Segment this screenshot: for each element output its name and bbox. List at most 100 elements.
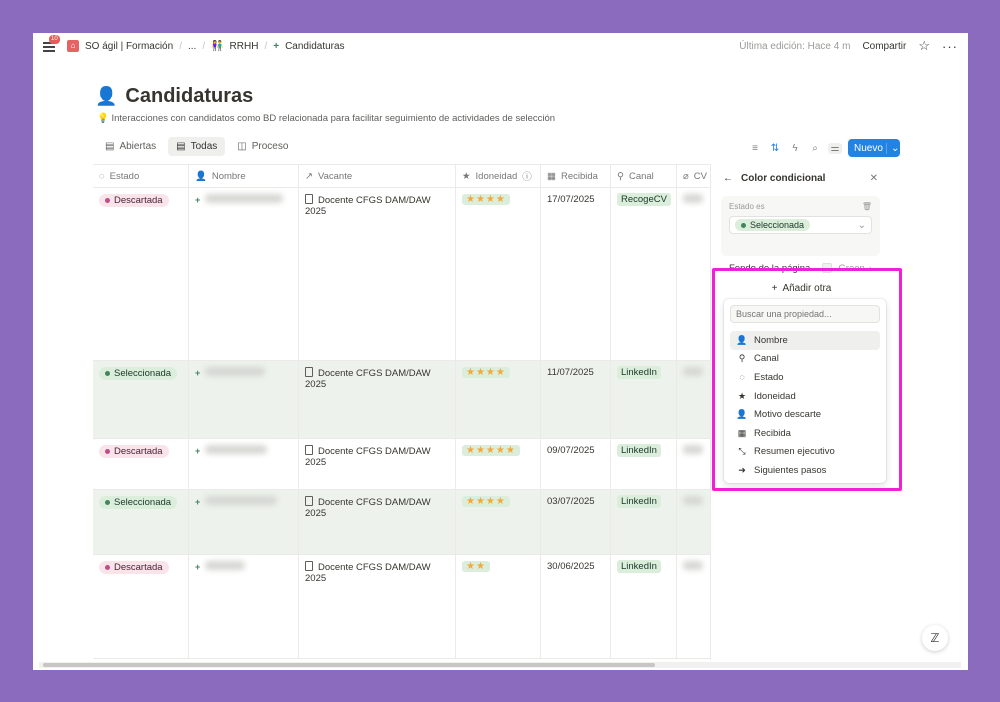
person-add-icon: + bbox=[195, 446, 201, 456]
candidate-name[interactable] bbox=[205, 445, 268, 454]
home-icon: ⌂ bbox=[67, 40, 79, 52]
channel-tag[interactable]: RecogeCV bbox=[617, 193, 671, 206]
person-add-icon: + bbox=[273, 40, 280, 52]
automation-icon[interactable]: ϟ bbox=[788, 143, 802, 154]
header-canal[interactable]: ⚲ Canal bbox=[611, 165, 677, 187]
status-badge[interactable]: Seleccionada bbox=[99, 496, 178, 509]
rating[interactable]: ★★★★ bbox=[462, 367, 510, 378]
tab-abiertas[interactable]: ▤ Abiertas bbox=[97, 137, 164, 156]
table-row[interactable]: Descartada + Docente CFGS DAM/DAW 2025 ★… bbox=[93, 188, 710, 361]
settings-icon[interactable]: ⚌ bbox=[828, 142, 842, 154]
received-date[interactable]: 11/07/2025 bbox=[547, 367, 594, 378]
chevron-down-icon: ⌄ bbox=[857, 219, 866, 231]
star-icon[interactable]: ☆ bbox=[918, 38, 930, 54]
person-add-icon: 👤 bbox=[95, 86, 118, 106]
chevron-down-icon[interactable]: ⌄ bbox=[886, 142, 900, 154]
person-add-icon: + bbox=[195, 195, 201, 205]
candidate-name[interactable] bbox=[205, 496, 278, 505]
share-button[interactable]: Compartir bbox=[862, 41, 906, 52]
top-bar: 10 ⌂ SO ágil | Formación / ... / 👫 RRHH … bbox=[33, 33, 968, 59]
trash-icon[interactable]: 🗑 bbox=[862, 202, 872, 211]
breadcrumb-ellipsis[interactable]: ... bbox=[188, 41, 196, 52]
panel-title: Color condicional bbox=[741, 172, 826, 184]
header-idoneidad[interactable]: ★ Idoneidad ⓘ bbox=[456, 165, 541, 187]
table-row[interactable]: Seleccionada + Docente CFGS DAM/DAW 2025… bbox=[93, 490, 710, 555]
candidate-name[interactable] bbox=[205, 194, 284, 203]
vacancy-link[interactable]: Docente CFGS DAM/DAW 2025 bbox=[305, 562, 431, 584]
more-icon[interactable]: ··· bbox=[942, 39, 958, 54]
database-table: ◌ Estado 👤 Nombre ↗ Vacante ★ Idoneidad ⓘ ▦ Re… bbox=[93, 164, 710, 660]
menu-button[interactable]: 10 bbox=[43, 35, 60, 52]
attachment-icon: ⌀ bbox=[683, 170, 689, 182]
cv-file[interactable] bbox=[683, 367, 703, 376]
channel-tag[interactable]: LinkedIn bbox=[617, 560, 661, 573]
table-row[interactable]: Descartada + Docente CFGS DAM/DAW 2025 ★… bbox=[93, 439, 710, 490]
channel-tag[interactable]: LinkedIn bbox=[617, 444, 661, 457]
breadcrumb-workspace[interactable]: SO ágil | Formación bbox=[85, 41, 173, 52]
vacancy-link[interactable]: Docente CFGS DAM/DAW 2025 bbox=[305, 497, 431, 519]
header-vacante[interactable]: ↗ Vacante bbox=[299, 165, 456, 187]
table-icon: ▤ bbox=[105, 141, 115, 152]
candidate-name[interactable] bbox=[205, 367, 266, 376]
header-nombre[interactable]: 👤 Nombre bbox=[189, 165, 299, 187]
status-badge[interactable]: Seleccionada bbox=[99, 367, 178, 380]
tab-proceso[interactable]: ◫ Proceso bbox=[229, 137, 296, 156]
star-icon: ★ bbox=[462, 170, 471, 182]
info-icon: ⓘ bbox=[522, 172, 532, 183]
breadcrumb-candidaturas[interactable]: Candidaturas bbox=[285, 41, 344, 52]
people-icon: 👫 bbox=[211, 40, 224, 52]
cv-file[interactable] bbox=[683, 496, 703, 505]
notification-badge: 10 bbox=[49, 35, 60, 44]
cv-file[interactable] bbox=[683, 561, 703, 570]
relation-icon bbox=[305, 561, 313, 571]
candidate-name[interactable] bbox=[205, 561, 246, 570]
lightbulb-icon: 💡 bbox=[97, 113, 109, 124]
back-arrow-icon[interactable]: ← bbox=[723, 173, 733, 184]
received-date[interactable]: 17/07/2025 bbox=[547, 194, 595, 205]
received-date[interactable]: 03/07/2025 bbox=[547, 496, 595, 507]
status-icon: ◌ bbox=[99, 170, 105, 182]
tab-todas[interactable]: ▤ Todas bbox=[168, 137, 226, 156]
status-badge[interactable]: Descartada bbox=[99, 194, 169, 207]
cv-file[interactable] bbox=[683, 194, 703, 203]
received-date[interactable]: 30/06/2025 bbox=[547, 561, 595, 572]
rating[interactable]: ★★ bbox=[462, 561, 490, 572]
horizontal-scrollbar[interactable] bbox=[39, 662, 961, 668]
rule-value-select[interactable]: Seleccionada ⌄ bbox=[729, 216, 872, 234]
table-icon: ▤ bbox=[176, 141, 186, 152]
channel-tag[interactable]: LinkedIn bbox=[617, 366, 661, 379]
rating[interactable]: ★★★★★ bbox=[462, 445, 520, 456]
database-toolbar: ≡ ⇅ ϟ ⌕ ⚌ Nuevo ⌄ bbox=[748, 139, 900, 157]
new-button[interactable]: Nuevo ⌄ bbox=[848, 139, 900, 157]
relation-icon bbox=[305, 194, 313, 204]
table-row[interactable]: Seleccionada + Docente CFGS DAM/DAW 2025… bbox=[93, 361, 710, 439]
vacancy-link[interactable]: Docente CFGS DAM/DAW 2025 bbox=[305, 446, 431, 468]
sort-icon[interactable]: ⇅ bbox=[768, 143, 782, 154]
highlight-box bbox=[712, 268, 902, 491]
header-estado[interactable]: ◌ Estado bbox=[93, 165, 189, 187]
relation-icon bbox=[305, 445, 313, 455]
table-row[interactable]: Descartada + Docente CFGS DAM/DAW 2025 ★… bbox=[93, 555, 710, 659]
cv-file[interactable] bbox=[683, 445, 703, 454]
rule-condition[interactable]: Estado es bbox=[729, 202, 765, 211]
filter-icon[interactable]: ≡ bbox=[748, 143, 762, 154]
person-walk-icon: ⚲ bbox=[617, 170, 624, 182]
person-add-icon: 👤 bbox=[195, 170, 207, 182]
view-tabs: ▤ Abiertas ▤ Todas ◫ Proceso bbox=[97, 137, 296, 156]
rating[interactable]: ★★★★ bbox=[462, 496, 510, 507]
channel-tag[interactable]: LinkedIn bbox=[617, 495, 661, 508]
ai-icon: ℤ bbox=[930, 631, 940, 645]
breadcrumb-rrhh[interactable]: RRHH bbox=[230, 41, 259, 52]
status-badge[interactable]: Descartada bbox=[99, 561, 169, 574]
close-icon[interactable]: ✕ bbox=[870, 173, 878, 184]
status-badge[interactable]: Descartada bbox=[99, 445, 169, 458]
vacancy-link[interactable]: Docente CFGS DAM/DAW 2025 bbox=[305, 195, 431, 217]
header-cv[interactable]: ⌀ CV bbox=[677, 165, 710, 187]
vacancy-link[interactable]: Docente CFGS DAM/DAW 2025 bbox=[305, 368, 431, 390]
help-button[interactable]: ℤ bbox=[922, 625, 948, 651]
header-recibida[interactable]: ▦ Recibida bbox=[541, 165, 611, 187]
board-icon: ◫ bbox=[237, 141, 247, 152]
received-date[interactable]: 09/07/2025 bbox=[547, 445, 595, 456]
rating[interactable]: ★★★★ bbox=[462, 194, 510, 205]
search-icon[interactable]: ⌕ bbox=[808, 143, 822, 154]
